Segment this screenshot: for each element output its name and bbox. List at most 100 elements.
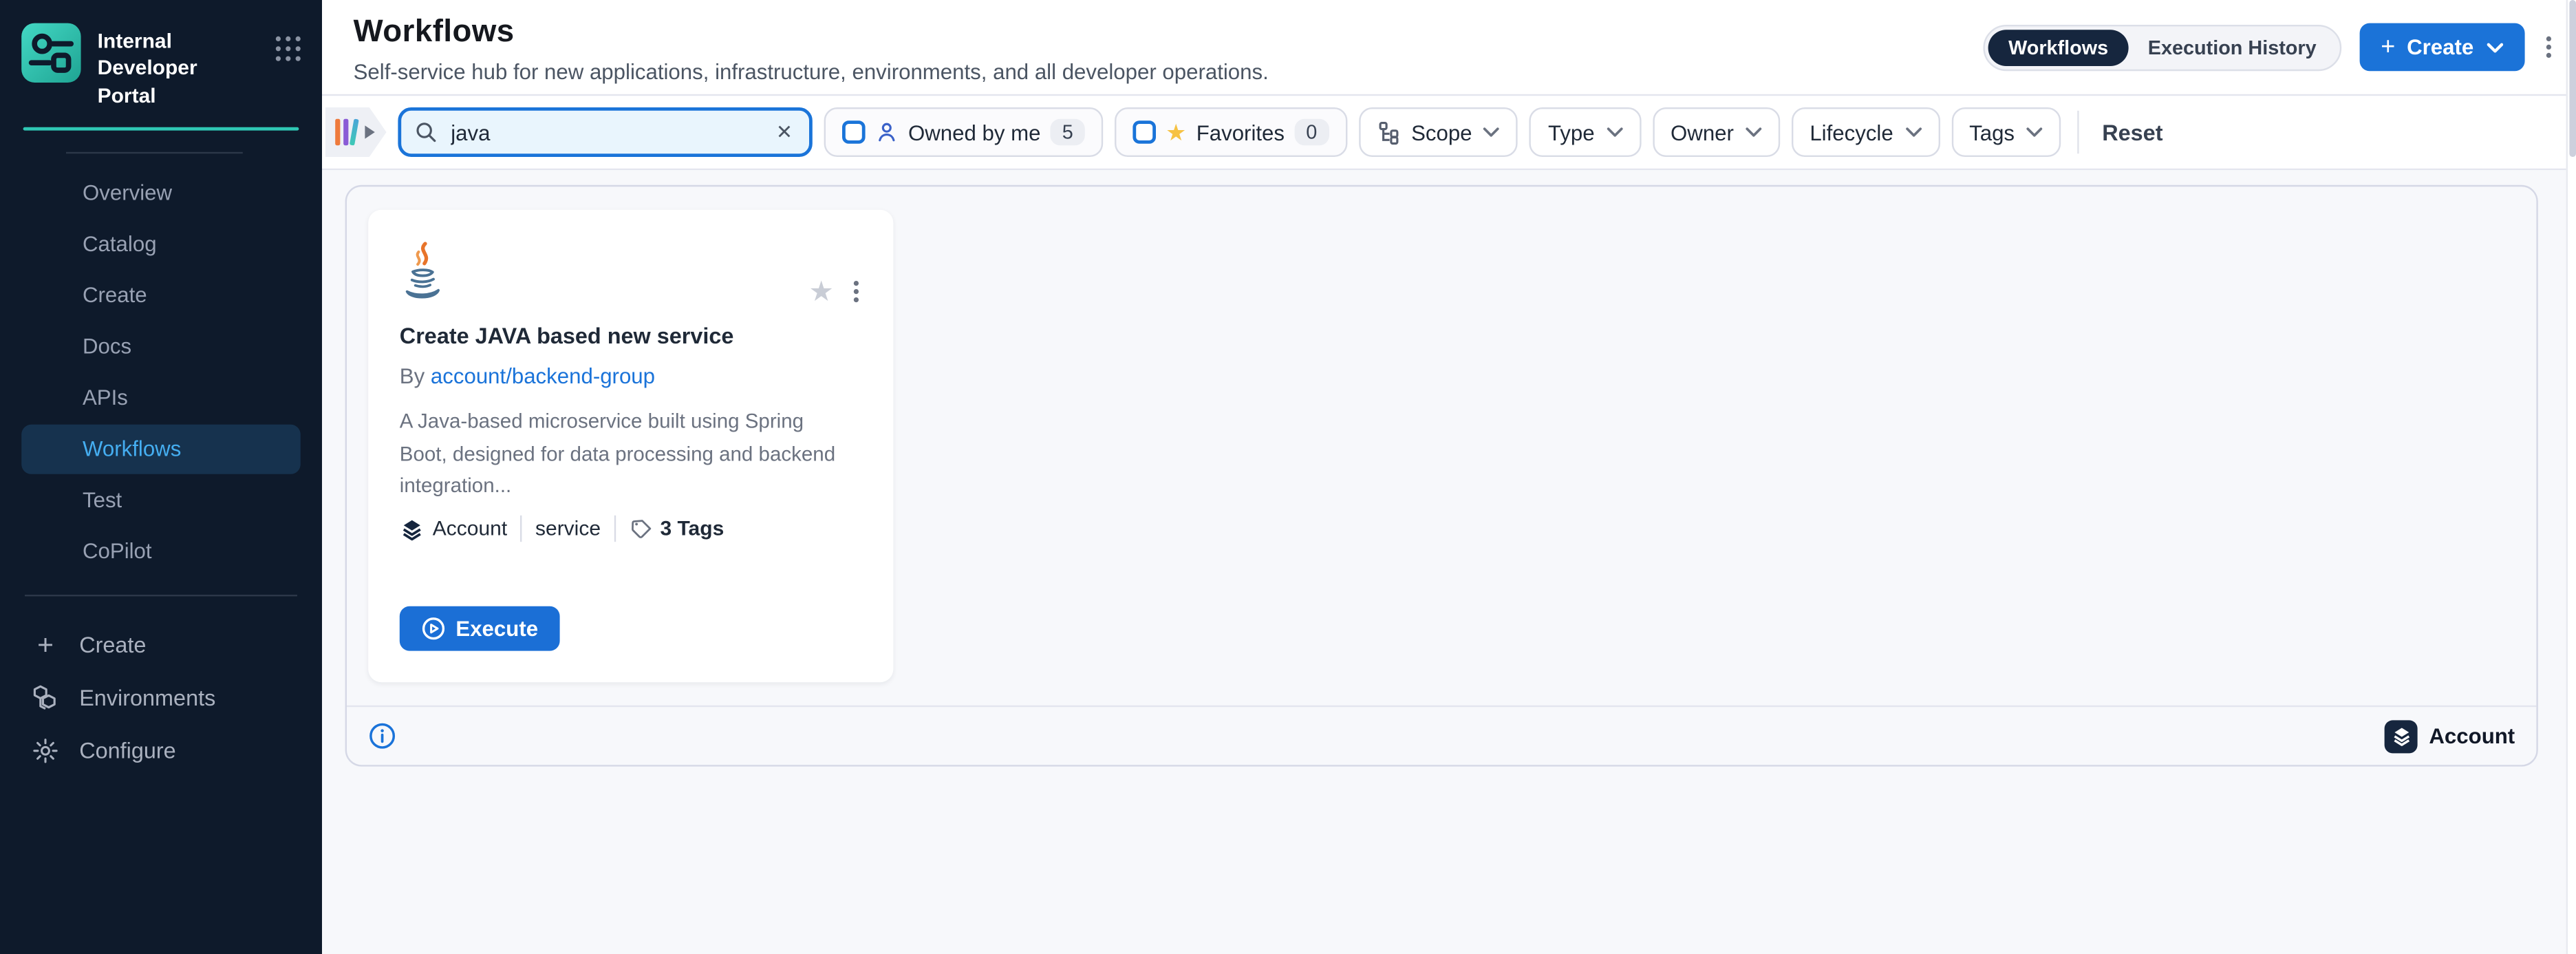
tool-label: Environments (79, 686, 215, 711)
filter-bar: ✕ Owned by me 5 ★ Favorites 0 Scope Typ (322, 96, 2576, 170)
execute-button[interactable]: Execute (400, 606, 560, 651)
sidebar-item-overview[interactable]: Overview (21, 168, 301, 218)
java-logo-icon (400, 241, 446, 304)
layers-icon (400, 516, 425, 541)
sidebar-tool-create[interactable]: + Create (0, 619, 322, 672)
type-dropdown[interactable]: Type (1530, 107, 1641, 157)
scope-meta: Account (400, 516, 507, 541)
info-icon[interactable] (368, 722, 396, 750)
tags-label: Tags (1969, 120, 2015, 145)
tags-dropdown[interactable]: Tags (1951, 107, 2061, 157)
sidebar-tool-environments[interactable]: Environments (0, 672, 322, 725)
sidebar-item-docs[interactable]: Docs (21, 321, 301, 371)
workflow-card[interactable]: ★ Create JAVA based new service By accou… (368, 210, 893, 682)
execute-label: Execute (455, 616, 538, 641)
sidebar-item-create[interactable]: Create (21, 271, 301, 320)
search-input[interactable] (447, 118, 773, 147)
clear-search-icon[interactable]: ✕ (773, 120, 796, 144)
create-button[interactable]: + Create (2359, 23, 2525, 72)
filter-divider (2077, 111, 2079, 153)
plus-icon: + (2381, 39, 2395, 55)
meta-divider (614, 516, 615, 542)
portal-logo[interactable] (21, 23, 80, 83)
environments-icon (32, 684, 60, 712)
account-badge-label: Account (2429, 723, 2515, 748)
sidebar-divider-bottom (25, 594, 297, 595)
meta-divider (520, 516, 522, 542)
by-prefix: By (400, 363, 425, 388)
tool-label: Create (79, 633, 146, 658)
owned-by-me-checkbox[interactable] (842, 120, 866, 144)
scope-label: Scope (1411, 120, 1472, 145)
tool-label: Configure (79, 739, 176, 763)
internal-developer-portal-app: Internal Developer Portal Overview Catal… (0, 0, 2576, 954)
workflow-description: A Java-based microservice built using Sp… (400, 406, 849, 504)
sidebar-item-copilot[interactable]: CoPilot (21, 527, 301, 576)
owned-by-me-filter[interactable]: Owned by me 5 (824, 107, 1103, 157)
chevron-down-icon (1483, 127, 1500, 137)
vertical-scrollbar[interactable] (2566, 0, 2576, 954)
sidebar-item-catalog[interactable]: Catalog (21, 220, 301, 269)
account-badge[interactable]: Account (2385, 719, 2515, 752)
star-icon: ★ (1166, 120, 1186, 144)
content-area: ★ Create JAVA based new service By accou… (322, 170, 2576, 954)
favorite-star-icon[interactable]: ★ (808, 277, 834, 306)
library-panel-expander[interactable] (325, 107, 387, 157)
owner-label: Owner (1671, 120, 1734, 145)
sidebar-tools: + Create Environments (0, 613, 322, 785)
gear-icon (32, 737, 60, 765)
sidebar-tool-configure[interactable]: Configure (0, 725, 322, 778)
favorites-filter[interactable]: ★ Favorites 0 (1115, 107, 1347, 157)
type-label: Type (1548, 120, 1595, 145)
search-icon (414, 120, 438, 144)
account-layers-icon (2385, 719, 2418, 752)
play-circle-icon (421, 616, 446, 641)
card-actions: ★ (808, 277, 861, 306)
view-toggle: Workflows Execution History (1984, 24, 2341, 70)
scope-dropdown[interactable]: Scope (1358, 107, 1518, 157)
tag-icon (629, 517, 652, 540)
sliders-logo-icon (21, 23, 80, 83)
hierarchy-icon (1377, 120, 1402, 145)
workflows-panel: ★ Create JAVA based new service By accou… (345, 185, 2538, 767)
sidebar-item-workflows[interactable]: Workflows (21, 424, 301, 474)
favorites-label: Favorites (1196, 120, 1285, 145)
brand-title: Internal Developer Portal (98, 23, 259, 109)
favorites-checkbox[interactable] (1133, 120, 1156, 144)
sidebar-nav: Overview Catalog Create Docs APIs Workfl… (0, 167, 322, 578)
sidebar-header: Internal Developer Portal (0, 0, 322, 127)
lifecycle-label: Lifecycle (1810, 120, 1893, 145)
toggle-workflows[interactable]: Workflows (1988, 29, 2128, 65)
chevron-down-icon (1746, 127, 1762, 137)
workflow-byline: By account/backend-group (400, 363, 862, 388)
lifecycle-dropdown[interactable]: Lifecycle (1792, 107, 1940, 157)
library-bars-icon (335, 119, 356, 145)
scope-value: Account (433, 517, 507, 540)
card-top-row: ★ (400, 241, 862, 306)
user-icon (875, 120, 899, 144)
expand-arrow-icon (365, 125, 374, 138)
more-options-icon[interactable] (2543, 33, 2555, 61)
tags-meta[interactable]: 3 Tags (629, 517, 724, 540)
type-value: service (535, 517, 601, 540)
owned-by-me-count: 5 (1051, 119, 1085, 145)
apps-grid-icon[interactable] (276, 36, 301, 61)
sidebar-accent-divider (23, 127, 299, 130)
scrollbar-thumb[interactable] (2568, 0, 2575, 157)
workflow-title: Create JAVA based new service (400, 324, 862, 348)
owned-by-me-label: Owned by me (908, 120, 1040, 145)
tags-count: 3 Tags (660, 517, 724, 540)
reset-filters-button[interactable]: Reset (2096, 120, 2169, 145)
card-menu-icon[interactable] (850, 277, 862, 306)
workflow-meta-row: Account service 3 Tags (400, 516, 724, 542)
sidebar-item-test[interactable]: Test (21, 476, 301, 525)
main-area: Workflows Self-service hub for new appli… (322, 0, 2576, 954)
toggle-execution-history[interactable]: Execution History (2128, 29, 2336, 65)
sidebar-item-apis[interactable]: APIs (21, 373, 301, 423)
plus-icon: + (32, 631, 60, 659)
create-button-label: Create (2407, 34, 2473, 59)
owner-group-link[interactable]: account/backend-group (431, 363, 655, 388)
page-header: Workflows Self-service hub for new appli… (322, 0, 2576, 96)
owner-dropdown[interactable]: Owner (1653, 107, 1781, 157)
sidebar: Internal Developer Portal Overview Catal… (0, 0, 322, 954)
